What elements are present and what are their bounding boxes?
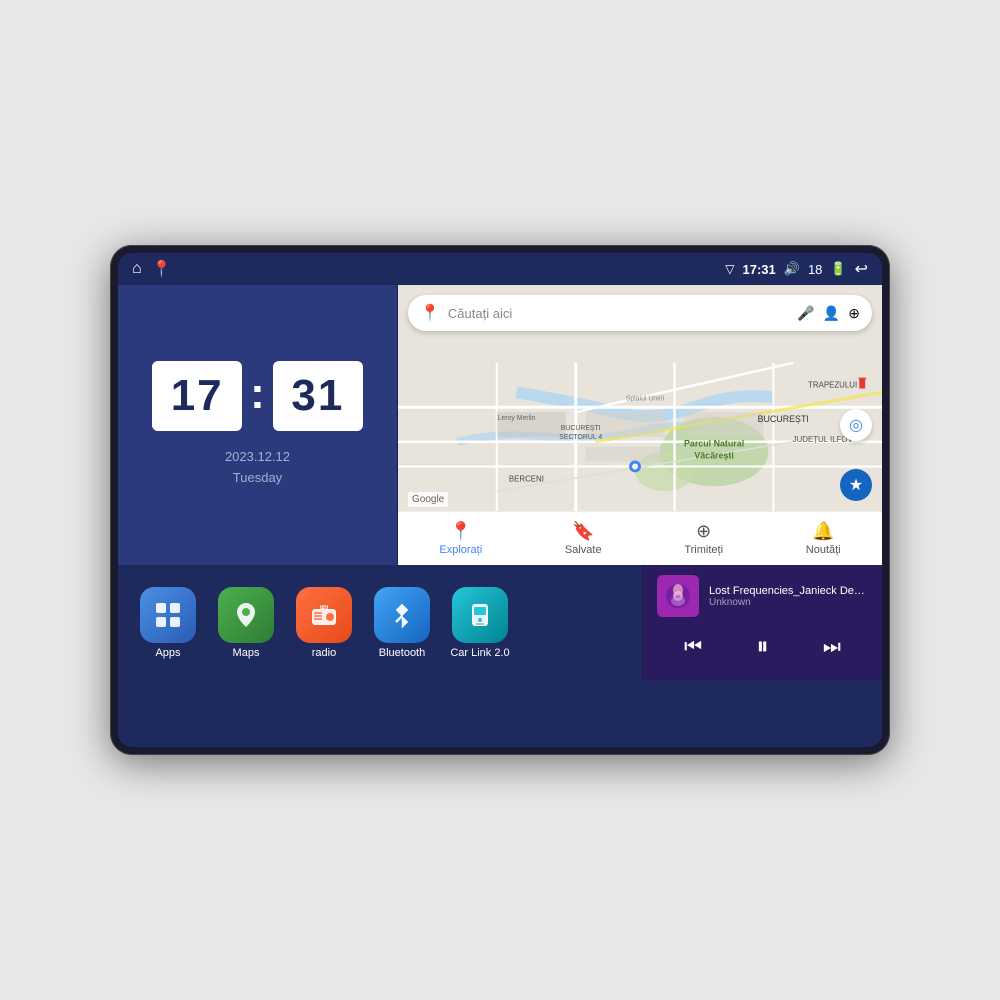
svg-text:BERCENI: BERCENI [509, 474, 544, 483]
google-logo: Google [408, 492, 448, 507]
back-button[interactable]: ↩ [855, 259, 868, 279]
svg-text:BUCUREȘTI: BUCUREȘTI [561, 425, 601, 432]
map-nav-explore[interactable]: 📍 Explorați [439, 521, 482, 556]
status-bar: ⌂ 📍 ▽ 17:31 🔊 18 🔋 ↩ [118, 253, 882, 285]
app-icons-row: Apps Maps [118, 565, 642, 680]
send-label: Trimiteți [684, 544, 723, 556]
radio-icon: FM [296, 587, 352, 643]
app-icon-apps[interactable]: Apps [134, 587, 202, 659]
screen: ⌂ 📍 ▽ 17:31 🔊 18 🔋 ↩ 17 : [118, 253, 882, 747]
svg-text:Văcărești: Văcărești [694, 451, 733, 461]
music-player: Lost Frequencies_Janieck Devy-... Unknow… [642, 565, 882, 680]
clock-date: 2023.12.12 Tuesday [225, 447, 290, 489]
status-left-icons: ⌂ 📍 [132, 259, 172, 279]
carlink-icon [452, 587, 508, 643]
layers-icon[interactable]: ⊕ [848, 305, 860, 322]
carlink-label: Car Link 2.0 [450, 647, 509, 659]
maps-label: Maps [233, 647, 260, 659]
svg-text:BUCUREȘTI: BUCUREȘTI [758, 414, 809, 424]
battery-icon: 🔋 [830, 261, 846, 277]
compass-icon: ★ [849, 475, 863, 495]
music-controls: ⏮ ⏸ ⏭ [657, 625, 868, 669]
explore-icon: 📍 [450, 521, 472, 542]
apps-icon [140, 587, 196, 643]
map-search-actions: 🎤 👤 ⊕ [797, 305, 860, 322]
volume-level: 18 [808, 262, 822, 277]
music-title: Lost Frequencies_Janieck Devy-... [709, 585, 868, 597]
map-nav-news[interactable]: 🔔 Noutăți [806, 521, 841, 556]
app-icon-radio[interactable]: FM radio [290, 587, 358, 659]
status-time: 17:31 [743, 262, 776, 277]
svg-text:Splaiul Unirii: Splaiul Unirii [626, 395, 665, 402]
car-head-unit: ⌂ 📍 ▽ 17:31 🔊 18 🔋 ↩ 17 : [110, 245, 890, 755]
play-pause-button[interactable]: ⏸ [746, 629, 778, 665]
svg-text:Leroy Merlin: Leroy Merlin [498, 415, 536, 422]
svg-text:SECTORUL 4: SECTORUL 4 [559, 434, 602, 441]
map-search-bar[interactable]: 📍 Căutați aici 🎤 👤 ⊕ [408, 295, 872, 331]
map-compass-button[interactable]: ★ [840, 469, 872, 501]
volume-icon: 🔊 [784, 261, 800, 277]
app-icon-bluetooth[interactable]: Bluetooth [368, 587, 436, 659]
svg-text:FM: FM [320, 605, 327, 611]
prev-button[interactable]: ⏮ [674, 632, 712, 663]
clock-display: 17 : 31 [152, 361, 363, 431]
news-label: Noutăți [806, 544, 841, 556]
bottom-row: Apps Maps [118, 565, 882, 680]
app-icon-maps[interactable]: Maps [212, 587, 280, 659]
map-search-placeholder[interactable]: Căutați aici [448, 306, 789, 321]
map-nav-saved[interactable]: 🔖 Salvate [565, 521, 602, 556]
maps-icon [218, 587, 274, 643]
music-top: Lost Frequencies_Janieck Devy-... Unknow… [657, 575, 868, 617]
svg-text:TRAPEZULUI: TRAPEZULUI [808, 380, 857, 389]
map-bottom-nav: 📍 Explorați 🔖 Salvate ⊕ Trimiteți 🔔 [398, 511, 882, 565]
gps-icon: ▽ [725, 262, 734, 276]
music-artist: Unknown [709, 597, 868, 608]
clock-minutes: 31 [273, 361, 363, 431]
clock-hours: 17 [152, 361, 242, 431]
clock-widget: 17 : 31 2023.12.12 Tuesday [118, 285, 398, 565]
bluetooth-label: Bluetooth [379, 647, 425, 659]
radio-label: radio [312, 647, 336, 659]
apps-label: Apps [155, 647, 180, 659]
main-content: 17 : 31 2023.12.12 Tuesday [118, 285, 882, 747]
map-search-pin-icon: 📍 [420, 303, 440, 323]
map-widget[interactable]: Parcul Natural Văcărești BUCUREȘTI JUDEȚ… [398, 285, 882, 565]
music-info: Lost Frequencies_Janieck Devy-... Unknow… [709, 585, 868, 608]
location-icon: ◎ [849, 415, 863, 435]
map-location-button[interactable]: ◎ [840, 409, 872, 441]
explore-label: Explorați [439, 544, 482, 556]
app-icon-carlink[interactable]: Car Link 2.0 [446, 587, 514, 659]
home-icon[interactable]: ⌂ [132, 260, 142, 278]
saved-icon: 🔖 [572, 521, 594, 542]
saved-label: Salvate [565, 544, 602, 556]
send-icon: ⊕ [696, 521, 711, 542]
clock-colon: : [250, 369, 265, 419]
map-nav-send[interactable]: ⊕ Trimiteți [684, 521, 723, 556]
status-right-info: ▽ 17:31 🔊 18 🔋 ↩ [725, 259, 868, 279]
bluetooth-icon [374, 587, 430, 643]
top-row: 17 : 31 2023.12.12 Tuesday [118, 285, 882, 565]
next-button[interactable]: ⏭ [813, 632, 851, 663]
mic-icon[interactable]: 🎤 [797, 305, 814, 322]
svg-text:Parcul Natural: Parcul Natural [684, 439, 744, 449]
account-icon[interactable]: 👤 [823, 305, 840, 322]
music-thumbnail [657, 575, 699, 617]
maps-shortcut-icon[interactable]: 📍 [152, 259, 172, 279]
news-icon: 🔔 [812, 521, 834, 542]
